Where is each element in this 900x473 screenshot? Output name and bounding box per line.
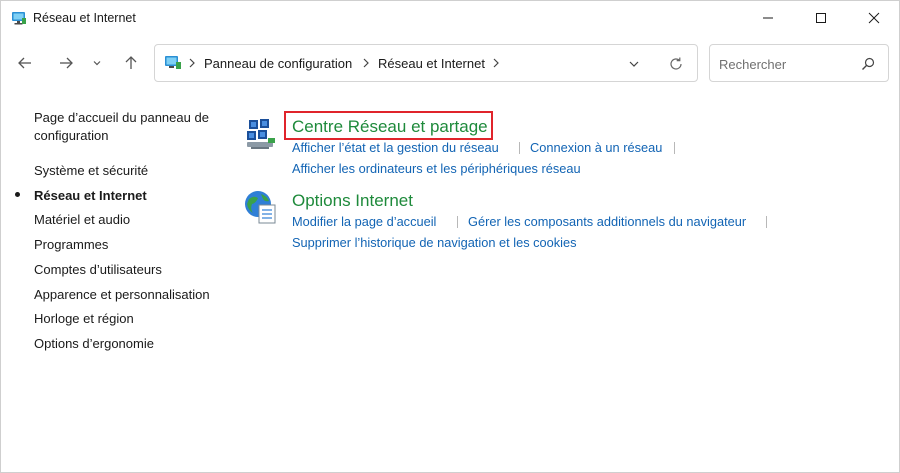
title-bar: Réseau et Internet <box>1 1 899 35</box>
address-history-button[interactable] <box>623 54 645 74</box>
sidebar-home-link[interactable]: Page d’accueil du panneau de configurati… <box>34 109 224 145</box>
sidebar-item-system-security[interactable]: Système et sécurité <box>34 163 148 178</box>
network-monitor-icon <box>12 12 26 25</box>
breadcrumb-network-internet[interactable]: Réseau et Internet <box>378 56 485 71</box>
refresh-button[interactable] <box>665 54 687 74</box>
recent-locations-button[interactable] <box>87 51 107 75</box>
forward-button[interactable] <box>53 51 79 75</box>
link-view-network-status[interactable]: Afficher l’état et la gestion du réseau <box>292 140 499 155</box>
maximize-button[interactable] <box>798 1 844 35</box>
control-panel-window: Réseau et Internet Panneau de configurat… <box>0 0 900 473</box>
up-button[interactable] <box>118 51 144 75</box>
network-center-icon[interactable] <box>243 116 279 152</box>
search-box[interactable] <box>709 44 889 82</box>
internet-options-icon[interactable] <box>243 189 279 225</box>
link-manage-addons[interactable]: Gérer les composants additionnels du nav… <box>468 214 746 229</box>
navigation-bar: Panneau de configuration Réseau et Inter… <box>1 41 899 85</box>
close-button[interactable] <box>851 1 897 35</box>
sidebar-item-programs[interactable]: Programmes <box>34 237 108 252</box>
sidebar-item-network-internet[interactable]: Réseau et Internet <box>34 188 147 203</box>
search-icon[interactable] <box>860 56 876 72</box>
link-view-network-devices[interactable]: Afficher les ordinateurs et les périphér… <box>292 161 581 176</box>
internet-options-title[interactable]: Options Internet <box>292 191 413 211</box>
link-change-home-page[interactable]: Modifier la page d’accueil <box>292 214 436 229</box>
breadcrumb-separator[interactable] <box>187 56 197 70</box>
link-delete-browsing-history[interactable]: Supprimer l’historique de navigation et … <box>292 235 577 250</box>
chevron-down-icon <box>629 61 639 67</box>
window-title: Réseau et Internet <box>33 11 136 25</box>
minimize-button[interactable] <box>745 1 791 35</box>
sidebar-item-clock-region[interactable]: Horloge et région <box>34 311 134 326</box>
breadcrumb-separator[interactable] <box>491 56 501 70</box>
close-icon <box>868 12 880 24</box>
chevron-right-icon <box>363 58 369 68</box>
back-button[interactable] <box>12 51 38 75</box>
chevron-right-icon <box>189 58 195 68</box>
breadcrumb-control-panel[interactable]: Panneau de configuration <box>204 56 352 71</box>
chevron-down-icon <box>93 61 101 66</box>
arrow-up-icon <box>125 56 137 69</box>
link-separator <box>519 142 520 154</box>
arrow-right-icon <box>60 57 73 69</box>
link-separator <box>457 216 458 228</box>
arrow-left-icon <box>18 57 31 69</box>
active-item-bullet <box>15 192 20 197</box>
search-input[interactable] <box>719 55 849 73</box>
chevron-right-icon <box>493 58 499 68</box>
address-bar[interactable]: Panneau de configuration Réseau et Inter… <box>154 44 698 82</box>
maximize-icon <box>816 13 826 23</box>
network-center-title[interactable]: Centre Réseau et partage <box>292 117 488 137</box>
minimize-icon <box>763 17 773 19</box>
refresh-icon <box>670 57 682 70</box>
sidebar-item-appearance[interactable]: Apparence et personnalisation <box>34 287 210 302</box>
sidebar-item-hardware-sound[interactable]: Matériel et audio <box>34 212 130 227</box>
control-panel-icon <box>165 56 181 69</box>
link-separator <box>766 216 767 228</box>
sidebar-item-ease-of-access[interactable]: Options d’ergonomie <box>34 336 154 351</box>
link-separator <box>674 142 675 154</box>
link-connect-network[interactable]: Connexion à un réseau <box>530 140 662 155</box>
sidebar-item-user-accounts[interactable]: Comptes d’utilisateurs <box>34 262 162 277</box>
breadcrumb-separator[interactable] <box>361 56 371 70</box>
